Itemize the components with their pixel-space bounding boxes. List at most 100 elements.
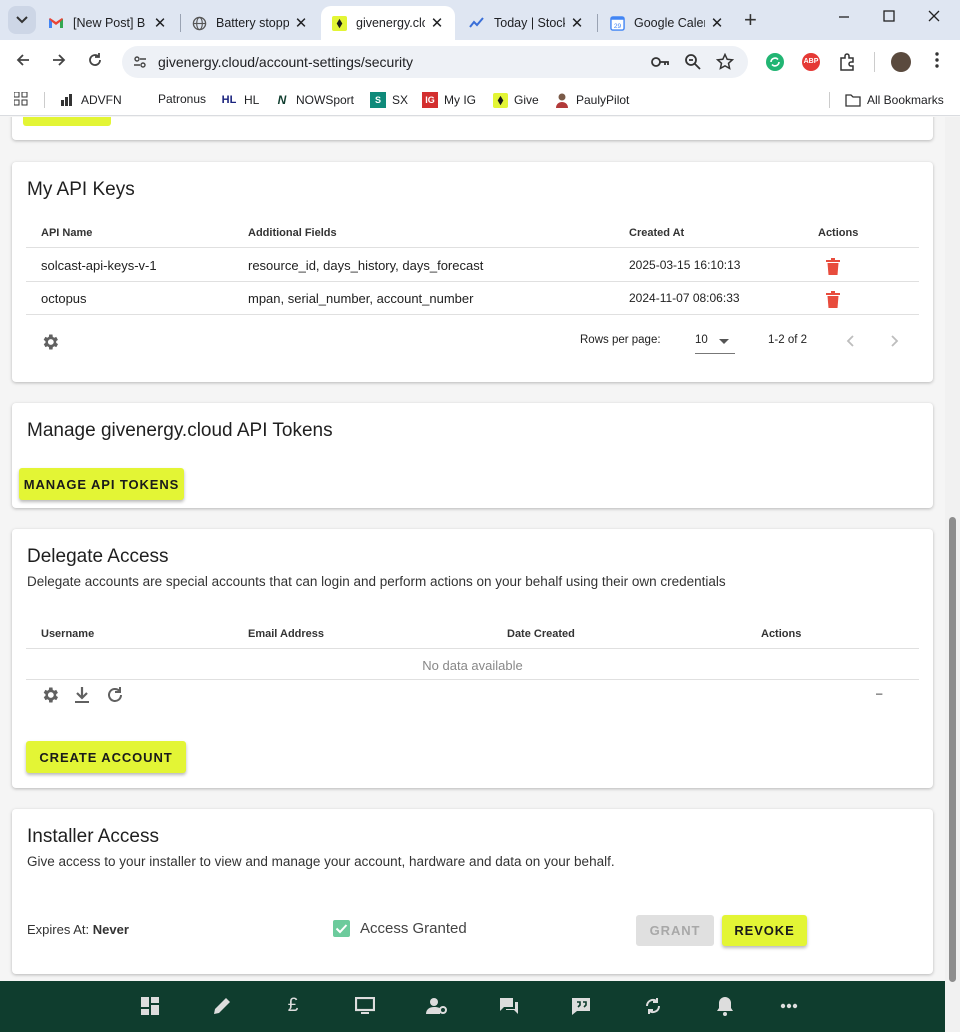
maximize-button[interactable]	[883, 8, 895, 29]
expires-label: Expires At:	[27, 922, 90, 937]
forum-icon[interactable]	[498, 995, 520, 1017]
next-page-icon[interactable]	[891, 334, 899, 352]
zoom-icon[interactable]	[684, 53, 702, 76]
column-header[interactable]: Email Address	[248, 628, 324, 640]
all-bookmarks[interactable]: All Bookmarks	[845, 92, 944, 108]
close-icon[interactable]: ✕	[293, 14, 309, 32]
create-account-button[interactable]: CREATE ACCOUNT	[26, 741, 186, 773]
monitor-icon[interactable]	[354, 995, 376, 1017]
back-button[interactable]	[12, 51, 34, 73]
edit-icon[interactable]	[211, 995, 233, 1017]
reload-button[interactable]	[84, 51, 106, 73]
gmail-icon	[48, 15, 64, 31]
sx-icon: S	[370, 92, 386, 108]
previous-card-button[interactable]	[23, 117, 111, 126]
bookmark-star-icon[interactable]	[715, 52, 735, 76]
bookmark-label: Give	[514, 93, 539, 107]
folder-icon	[845, 92, 861, 108]
column-header[interactable]: Additional Fields	[248, 227, 337, 239]
browser-menu-button[interactable]	[926, 51, 948, 73]
pound-icon[interactable]: £	[282, 995, 304, 1017]
pagination-range: 1-2 of 2	[768, 334, 807, 346]
close-window-button[interactable]	[928, 8, 940, 29]
bookmark-hl[interactable]: HL HL	[220, 92, 260, 108]
prev-page-icon[interactable]	[846, 334, 854, 352]
bookmark-label: Patronus	[158, 92, 207, 106]
column-header[interactable]: Created At	[629, 227, 684, 239]
extensions-icon[interactable]	[838, 53, 856, 71]
additional-fields: resource_id, days_history, days_forecast	[248, 258, 484, 273]
grant-button[interactable]: GRANT	[636, 915, 714, 946]
column-header[interactable]: Username	[41, 628, 94, 640]
tab-search-button[interactable]	[8, 6, 36, 34]
close-icon[interactable]: ✕	[152, 14, 168, 32]
sync-extension-icon[interactable]	[766, 53, 784, 71]
site-info-icon[interactable]	[132, 54, 148, 75]
bookmark-label: HL	[244, 93, 260, 107]
close-icon[interactable]: ✕	[429, 14, 445, 32]
download-icon[interactable]	[74, 686, 90, 709]
page-scrollbar[interactable]	[945, 117, 960, 1032]
account-settings-icon[interactable]	[426, 995, 448, 1017]
more-icon[interactable]	[778, 995, 800, 1017]
api-tokens-card: Manage givenergy.cloud API Tokens MANAGE…	[12, 403, 933, 508]
key-icon[interactable]	[650, 53, 670, 76]
bookmark-nowsport[interactable]: N NOWSport	[274, 92, 354, 108]
access-granted-checkbox[interactable]	[333, 920, 350, 937]
tab-separator	[597, 14, 598, 32]
apps-icon[interactable]	[14, 92, 28, 106]
delete-icon[interactable]	[826, 291, 840, 311]
manage-api-tokens-button[interactable]: MANAGE API TOKENS	[19, 468, 184, 500]
revoke-button[interactable]: REVOKE	[722, 915, 807, 946]
tab-gmail[interactable]: [New Post] B ✕	[38, 6, 178, 40]
column-header[interactable]: Date Created	[507, 628, 575, 640]
previous-card	[12, 117, 933, 140]
browser-toolbar: givenergy.cloud/account-settings/securit…	[0, 40, 960, 84]
sync-icon[interactable]	[642, 995, 664, 1017]
bookmark-my-ig[interactable]: IG My IG	[422, 92, 476, 108]
givenergy-icon	[331, 15, 347, 31]
close-icon[interactable]: ✕	[709, 14, 725, 32]
bookmark-patronus[interactable]: Patronus	[158, 92, 206, 106]
tab-stock[interactable]: Today | Stock ✕	[459, 6, 595, 40]
rows-per-page-select[interactable]: 10	[695, 328, 735, 354]
tab-title: givenergy.clo	[356, 16, 425, 30]
delegate-access-card: Delegate Access Delegate accounts are sp…	[12, 529, 933, 788]
bottom-nav-bar: £	[0, 981, 945, 1032]
tab-battery[interactable]: Battery stopp ✕	[181, 6, 319, 40]
bookmark-give[interactable]: Give	[492, 92, 539, 108]
bookmark-paulypilot[interactable]: PaulyPilot	[554, 92, 629, 108]
bookmark-advfn[interactable]: ADVFN	[59, 92, 122, 108]
card-title: Delegate Access	[27, 546, 169, 567]
address-bar[interactable]: givenergy.cloud/account-settings/securit…	[122, 46, 748, 78]
expires-value: Never	[92, 922, 129, 937]
settings-gear-icon[interactable]	[40, 332, 60, 357]
delete-icon[interactable]	[826, 258, 840, 278]
refresh-icon[interactable]	[106, 686, 124, 709]
pagination-range: –	[876, 688, 883, 700]
tab-calendar[interactable]: 29 Google Caler ✕	[599, 6, 735, 40]
settings-gear-icon[interactable]	[40, 685, 60, 710]
feedback-icon[interactable]	[570, 995, 592, 1017]
rows-per-page-label: Rows per page:	[580, 334, 661, 346]
bookmark-sx[interactable]: S SX	[370, 92, 408, 108]
profile-avatar-icon[interactable]	[891, 52, 911, 72]
adblock-icon[interactable]: ABP	[802, 53, 820, 71]
api-name: octopus	[41, 291, 87, 306]
globe-icon	[191, 15, 207, 31]
bell-icon[interactable]	[714, 995, 736, 1017]
close-icon[interactable]: ✕	[569, 14, 585, 32]
column-header[interactable]: API Name	[41, 227, 92, 239]
forward-button[interactable]	[48, 51, 70, 73]
minimize-button[interactable]	[838, 8, 850, 29]
tab-givenergy[interactable]: givenergy.clo ✕	[321, 6, 455, 40]
card-subtitle: Delegate accounts are special accounts t…	[27, 574, 726, 589]
maximize-icon	[883, 10, 895, 22]
advfn-icon	[59, 92, 75, 108]
scrollbar-thumb[interactable]	[949, 517, 956, 982]
dashboard-icon[interactable]	[139, 995, 161, 1017]
created-at: 2025-03-15 16:10:13	[629, 258, 741, 272]
bookmark-label: SX	[392, 93, 409, 107]
expires-at: Expires At: Never	[27, 922, 129, 937]
new-tab-button[interactable]: +	[744, 8, 757, 32]
